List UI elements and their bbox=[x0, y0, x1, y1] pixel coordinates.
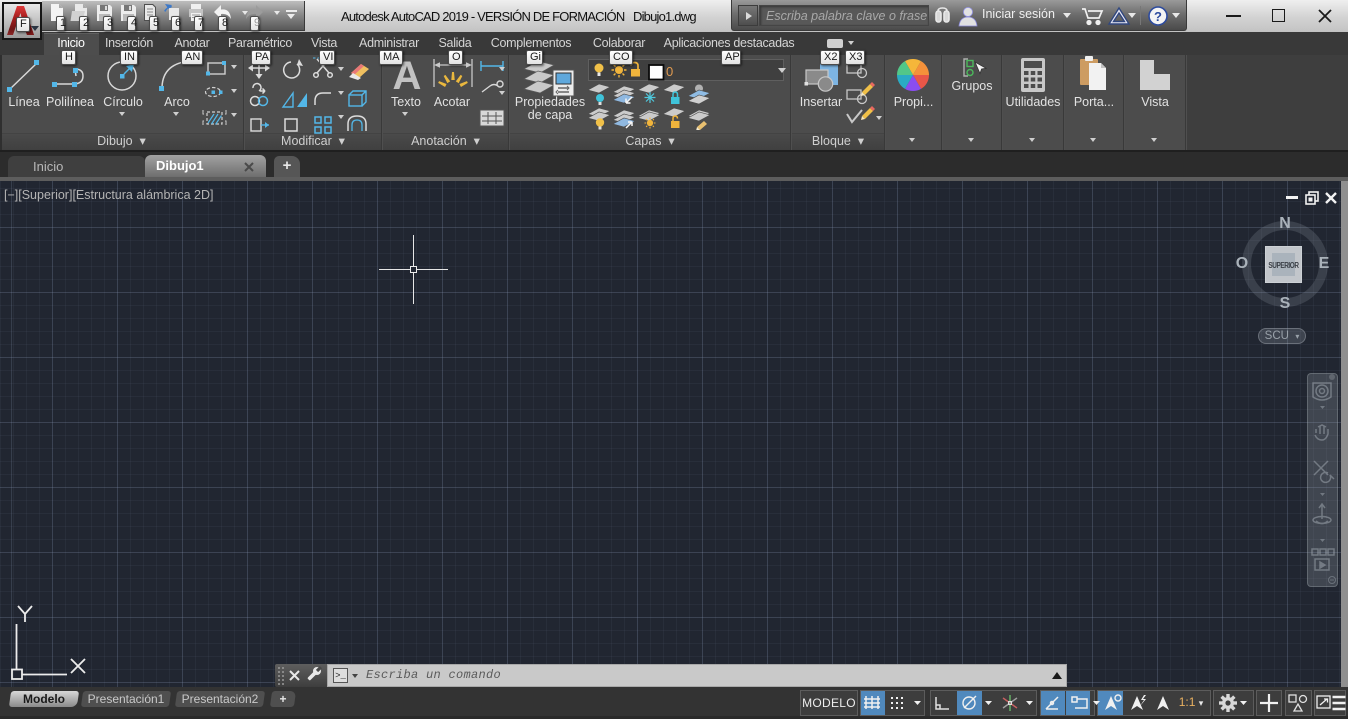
svg-text:?: ? bbox=[1154, 9, 1162, 24]
svg-text:0: 0 bbox=[666, 64, 673, 79]
